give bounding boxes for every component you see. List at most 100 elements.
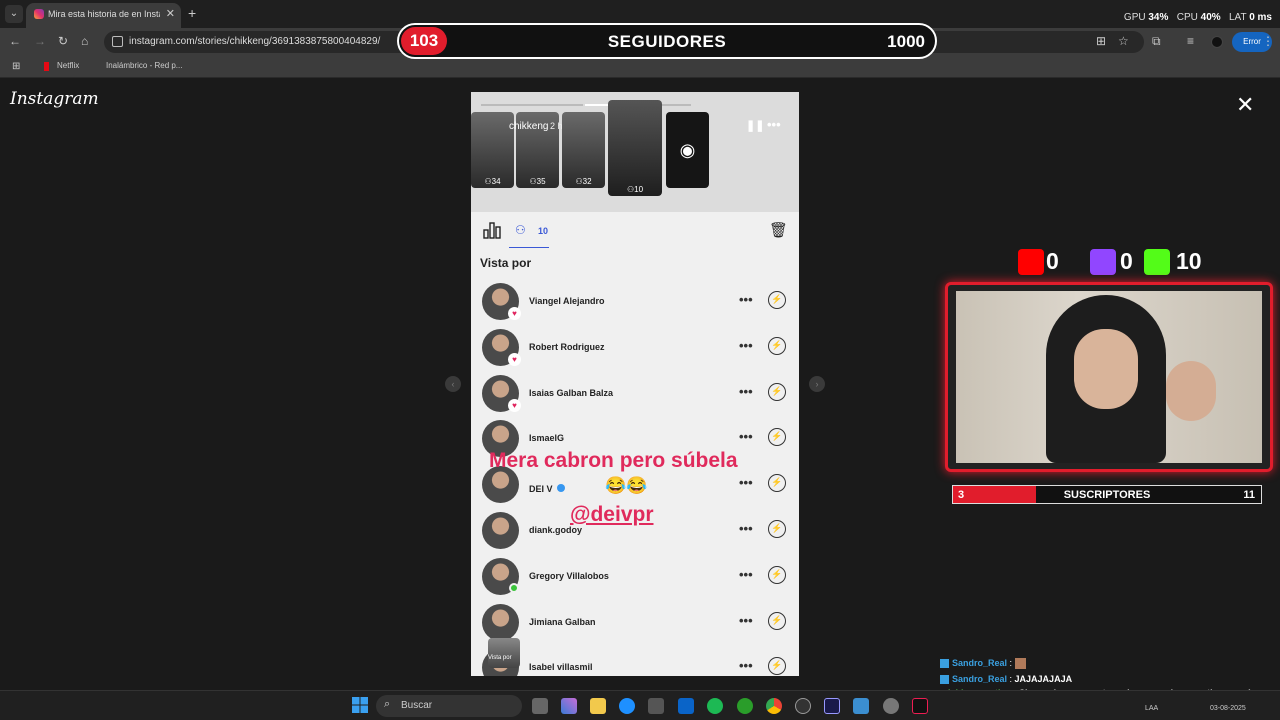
close-icon[interactable]: ✕ [1236,92,1254,118]
bookmark-inalambrico[interactable]: Inalámbrico - Red p... [106,61,182,70]
performance-stats: GPU 34% CPU 40% LAT 0 ms [1124,12,1272,23]
progress-segment [481,104,583,106]
chrome-icon[interactable] [766,698,782,714]
menu-kebab-icon[interactable]: ⋮ [1262,34,1274,48]
story-thumbnail-active[interactable]: ⚇10 [608,100,662,196]
messenger-icon[interactable]: ⚡ [768,520,786,538]
viewers-count[interactable]: 10 [538,226,548,236]
chat-message: Sandro_Real : [940,655,1280,671]
bookmark-star-icon[interactable]: ☆ [1118,34,1129,48]
more-options-icon[interactable]: ••• [739,338,753,353]
profile-avatar[interactable] [1211,36,1223,48]
install-app-icon[interactable]: ⊞ [1096,34,1106,48]
windows-start-icon[interactable] [352,697,368,713]
extensions-icon[interactable]: ⧉ [1152,34,1161,49]
obs-icon[interactable] [795,698,811,714]
subscribers-goal: 11 [1243,489,1255,501]
forward-arrow-icon[interactable]: → [34,34,46,48]
system-date[interactable]: 03-08-2025 [1210,705,1246,712]
messenger-icon[interactable]: ⚡ [768,336,786,355]
viewer-row[interactable]: ♥ Isaias Galban Balza ••• ⚡ [471,373,799,419]
premiere-icon[interactable] [824,698,840,714]
viewers-icon[interactable]: ⚇ [515,223,526,237]
media-controls-icon[interactable]: ≡ [1187,34,1194,48]
viewer-row[interactable]: ♥ Robert Rodriguez ••• ⚡ [471,327,799,373]
delete-trash-icon[interactable]: 🗑 [769,221,788,239]
outlook-icon[interactable] [678,698,694,714]
home-icon[interactable]: ⌂ [81,34,88,48]
story-username[interactable]: chikkeng [509,121,548,132]
instagram-logo[interactable]: Instagram [10,89,99,109]
back-arrow-icon[interactable]: ← [9,34,21,48]
story-mention-link[interactable]: @deivpr [570,503,654,527]
viewer-name[interactable]: Robert Rodriguez [529,342,605,352]
viewer-name[interactable]: Isaias Galban Balza [529,388,613,398]
windows-taskbar: ⌕ Buscar LAA 03-08-2025 [0,690,1280,720]
more-options-icon[interactable]: ••• [739,384,753,399]
browser-tab[interactable]: Mira esta historia de en Instagram ✕ [26,3,181,28]
messenger-icon[interactable]: ⚡ [768,382,786,401]
more-options-icon[interactable]: ••• [739,475,753,490]
messenger-icon[interactable]: ⚡ [768,291,786,309]
tab-search-button[interactable]: ⌄ [5,5,23,23]
more-options-icon[interactable]: ••• [739,292,753,307]
edge-icon[interactable] [619,698,635,714]
messenger-icon[interactable]: ⚡ [768,657,786,676]
platform-count: 0 [1120,248,1133,274]
story-thumbnail[interactable]: ⚇32 [562,112,605,188]
taskbar-search[interactable]: ⌕ Buscar [376,695,522,717]
viewer-row[interactable]: Isabel villasmil ••• ⚡ [471,647,799,676]
photos-icon[interactable] [853,698,869,714]
previous-story-icon[interactable]: ‹ [445,376,461,392]
messenger-icon[interactable]: ⚡ [768,611,786,630]
spotify-icon[interactable] [707,698,723,714]
close-tab-icon[interactable]: ✕ [166,7,175,20]
bookmark-netflix[interactable]: Netflix [57,61,79,70]
store-icon[interactable] [648,698,664,714]
dragged-thumbnail [488,638,520,668]
camera-icon[interactable]: ◉ [666,112,709,188]
copilot-icon[interactable] [561,698,577,714]
more-options-icon[interactable]: ••• [739,521,753,536]
chat-username[interactable]: Sandro_Real [952,658,1007,668]
viewer-name[interactable]: Isabel villasmil [529,662,593,672]
url-text: instagram.com/stories/chikkeng/369138387… [129,36,381,47]
xbox-icon[interactable] [737,698,753,714]
thumbnail-view-count: ⚇34 [484,177,501,186]
keyboard-language[interactable]: LAA [1145,705,1158,712]
lat-label: LAT [1229,12,1247,23]
story-thumbnail[interactable]: ⚇34 [471,112,514,188]
chat-username[interactable]: Sandro_Real [952,674,1007,684]
avatar[interactable] [482,603,519,641]
avatar[interactable] [482,512,519,549]
gpu-label: GPU [1123,12,1146,23]
viewer-row[interactable]: Jimiana Galban ••• ⚡ [471,602,799,648]
pause-icon[interactable]: ❚❚ [746,119,764,132]
viewer-name[interactable]: Viangel Alejandro [529,296,605,306]
more-options-icon[interactable]: ••• [739,429,753,444]
more-options-icon[interactable]: ••• [739,613,753,628]
task-view-icon[interactable] [532,698,548,714]
viewer-name[interactable]: Gregory Villalobos [529,571,609,581]
messenger-icon[interactable]: ⚡ [768,428,786,447]
more-options-icon[interactable]: ••• [739,658,753,673]
insights-chart-icon[interactable] [483,221,501,239]
more-options-icon[interactable]: ••• [767,117,781,132]
viewer-row[interactable]: Gregory Villalobos ••• ⚡ [471,556,799,602]
more-options-icon[interactable]: ••• [739,567,753,582]
next-story-icon[interactable]: › [809,376,825,392]
viewer-row[interactable]: ♥ Viangel Alejandro ••• ⚡ [471,281,799,327]
messenger-icon[interactable]: ⚡ [768,565,786,584]
messenger-icon[interactable]: ⚡ [768,474,786,493]
reload-icon[interactable]: ↻ [58,34,68,48]
new-tab-button[interactable]: + [188,5,196,21]
tiktok-icon[interactable] [912,698,928,714]
viewer-name[interactable]: IsmaelG [529,433,564,443]
streamer-face [1074,329,1138,409]
viewer-name[interactable]: DEI V [529,484,553,494]
viewer-name[interactable]: Jimiana Galban [529,617,596,627]
file-explorer-icon[interactable] [590,698,606,714]
settings-gear-icon[interactable] [883,698,899,714]
site-info-icon[interactable] [112,36,123,47]
apps-grid-icon[interactable]: ⊞ [12,61,20,72]
